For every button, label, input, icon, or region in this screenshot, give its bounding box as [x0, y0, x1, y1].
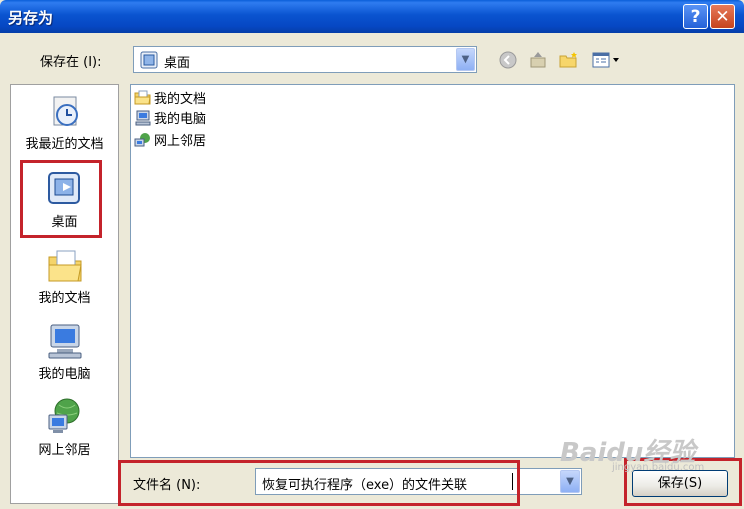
place-label: 网上邻居 — [38, 443, 91, 458]
computer-icon — [135, 110, 151, 125]
list-item[interactable]: 网上邻居 — [134, 130, 206, 150]
chevron-down-icon[interactable]: ▼ — [456, 48, 475, 71]
help-icon: ? — [690, 7, 701, 27]
place-label: 我的电脑 — [38, 367, 91, 382]
file-label: 我的电脑 — [154, 112, 207, 127]
save-in-label: 保存在 (I): — [40, 55, 102, 70]
save-in-value: 桌面 — [164, 56, 191, 71]
back-icon — [499, 51, 517, 69]
place-label: 我的文档 — [38, 291, 91, 306]
help-button[interactable]: ? — [683, 4, 708, 29]
desktop-small-icon — [140, 51, 158, 69]
place-my-documents[interactable]: 我的文档 — [11, 247, 118, 306]
place-recent[interactable]: 我最近的文档 — [11, 93, 118, 152]
up-folder-icon — [530, 52, 546, 68]
close-button[interactable]: ✕ — [710, 4, 735, 29]
chevron-down-icon[interactable]: ▼ — [560, 470, 580, 493]
new-folder-button[interactable] — [558, 50, 580, 70]
view-menu-button[interactable] — [590, 50, 622, 70]
view-menu-icon — [592, 52, 619, 68]
window-title: 另存为 — [8, 9, 54, 27]
file-list[interactable]: 我的文档 我的电脑 网上邻居 — [130, 84, 735, 458]
network-places-icon — [48, 398, 79, 433]
list-item[interactable]: 我的文档 — [134, 88, 206, 108]
file-label: 我的文档 — [154, 92, 207, 107]
network-icon — [134, 132, 150, 146]
file-label: 网上邻居 — [154, 134, 207, 149]
highlight-filename — [118, 460, 520, 506]
watermark-url: jingyan.baidu.com — [612, 462, 705, 473]
place-network[interactable]: 网上邻居 — [11, 397, 118, 458]
title-bar: 另存为 ? ✕ — [0, 0, 744, 33]
place-my-computer[interactable]: 我的电脑 — [11, 321, 118, 382]
my-computer-icon — [48, 324, 81, 359]
my-documents-icon — [48, 250, 82, 282]
back-button[interactable] — [497, 50, 519, 70]
folder-icon — [134, 90, 151, 104]
new-folder-icon — [559, 52, 577, 68]
highlight-desktop — [20, 160, 102, 238]
place-label: 我最近的文档 — [25, 137, 104, 152]
list-item[interactable]: 我的电脑 — [134, 108, 206, 128]
recent-documents-icon — [53, 96, 78, 126]
up-folder-button[interactable] — [527, 50, 549, 70]
places-bar: 我最近的文档 桌面 我的文档 我的电脑 网上邻居 — [10, 84, 119, 504]
close-icon: ✕ — [715, 7, 730, 27]
save-in-dropdown[interactable]: 桌面 ▼ — [133, 46, 477, 73]
